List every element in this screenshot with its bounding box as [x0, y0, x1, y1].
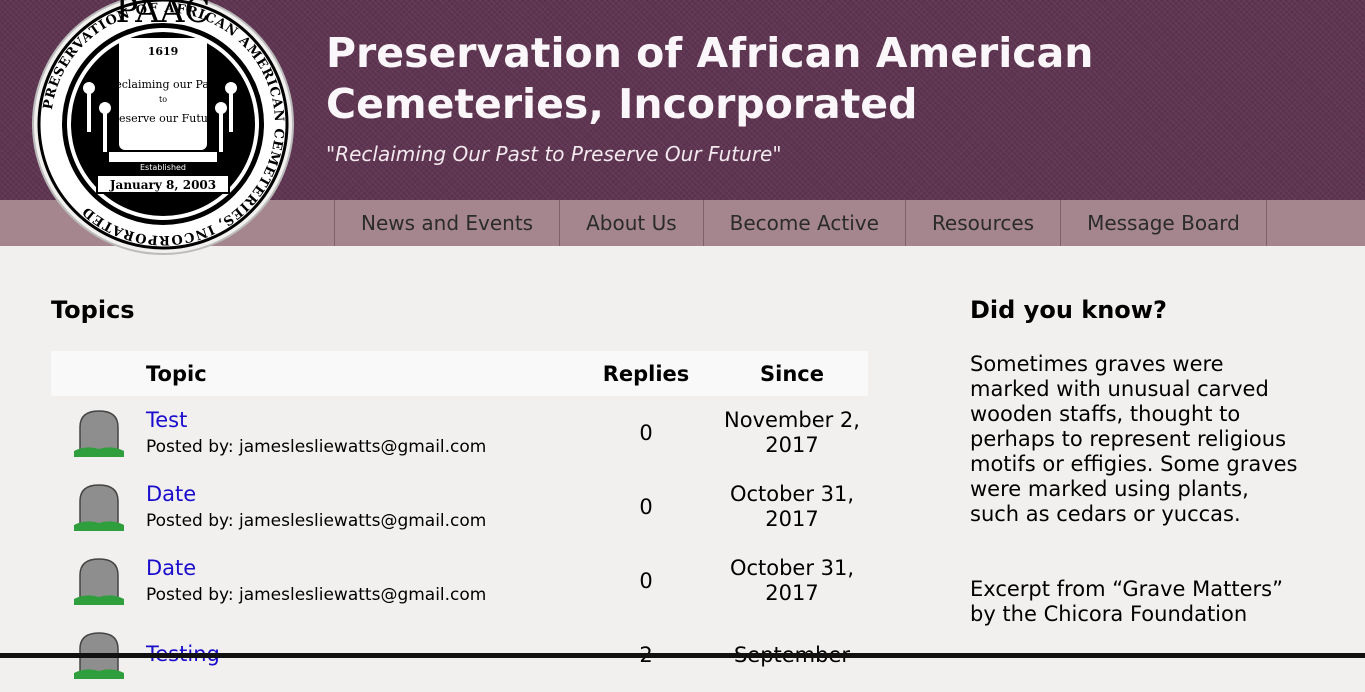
- icon-column-header: [51, 351, 146, 396]
- logo-motto-2: to: [159, 95, 167, 104]
- replies-count: 0: [639, 569, 653, 593]
- replies-column-header: Replies: [602, 361, 690, 386]
- logo-acronym: PAAC: [116, 0, 211, 31]
- table-row: Date Posted by: jameslesliewatts@gmail.c…: [51, 544, 868, 618]
- since-date: November 2, 2017: [716, 396, 868, 470]
- topic-link[interactable]: Test: [146, 407, 576, 433]
- posted-by: Posted by: jameslesliewatts@gmail.com: [146, 511, 487, 531]
- site-title-line1: Preservation of African American: [326, 29, 1094, 77]
- logo-motto-3: Preserve our Future: [106, 112, 219, 125]
- did-you-know-heading: Did you know?: [970, 296, 1167, 324]
- since-date-line2: 2017: [765, 433, 819, 457]
- topic-cell: Test Posted by: jameslesliewatts@gmail.c…: [146, 396, 576, 470]
- site-tagline: "Reclaiming Our Past to Preserve Our Fut…: [326, 142, 782, 166]
- paac-logo[interactable]: PRESERVATION OF AFRICAN AMERICAN CEMETER…: [31, 0, 295, 256]
- nav-item-news-and-events[interactable]: News and Events: [334, 200, 559, 246]
- nav-list: News and Events About Us Become Active R…: [334, 200, 1267, 246]
- tombstone-icon: [74, 558, 124, 605]
- table-row: Date Posted by: jameslesliewatts@gmail.c…: [51, 470, 868, 544]
- topic-link[interactable]: Date: [146, 481, 576, 507]
- since-date-line1: October 31,: [729, 482, 855, 506]
- since-date-line1: October 31,: [729, 556, 855, 580]
- nav-item-resources[interactable]: Resources: [904, 200, 1060, 246]
- did-you-know-text: Sometimes graves were marked with unusua…: [970, 352, 1298, 526]
- since-date: October 31, 2017: [716, 470, 868, 544]
- since-date-line2: 2017: [765, 507, 819, 531]
- topics-heading: Topics: [51, 296, 135, 324]
- site-title-line2: Cemeteries, Incorporated: [326, 80, 918, 128]
- replies-count: 0: [639, 495, 653, 519]
- since-date-line1: November 2,: [724, 408, 860, 432]
- logo-established: Established: [140, 163, 186, 172]
- nav-item-message-board[interactable]: Message Board: [1060, 200, 1267, 246]
- bottom-border: [0, 653, 1365, 658]
- topic-cell: Date Posted by: jameslesliewatts@gmail.c…: [146, 544, 576, 618]
- logo-motto-1: Reclaiming our Past: [107, 78, 220, 91]
- since-column-header: Since: [760, 361, 824, 386]
- posted-by: Posted by: jameslesliewatts@gmail.com: [146, 437, 487, 457]
- tombstone-icon: [74, 484, 124, 531]
- topic-cell: Date Posted by: jameslesliewatts@gmail.c…: [146, 470, 576, 544]
- tombstone-icon: [74, 410, 124, 457]
- site-title: Preservation of African American Cemeter…: [326, 28, 1226, 130]
- topic-icon-cell: [51, 544, 146, 618]
- topic-icon-cell: [51, 396, 146, 470]
- topic-icon-cell: [51, 470, 146, 544]
- since-date: October 31, 2017: [716, 544, 868, 618]
- topic-column-header: Topic: [146, 361, 207, 386]
- logo-year: 1619: [148, 45, 179, 58]
- topics-table: Topic Replies Since Test Posted by: jame…: [51, 351, 868, 692]
- table-row: Test Posted by: jameslesliewatts@gmail.c…: [51, 396, 868, 470]
- logo-date: January 8, 2003: [109, 178, 216, 192]
- table-header-row: Topic Replies Since: [51, 351, 868, 396]
- nav-item-become-active[interactable]: Become Active: [702, 200, 905, 246]
- since-date-line2: 2017: [765, 581, 819, 605]
- posted-by: Posted by: jameslesliewatts@gmail.com: [146, 585, 487, 605]
- did-you-know-credit: Excerpt from “Grave Matters” by the Chic…: [970, 577, 1283, 626]
- nav-item-about-us[interactable]: About Us: [559, 200, 703, 246]
- topic-link[interactable]: Date: [146, 555, 576, 581]
- replies-count: 0: [639, 421, 653, 445]
